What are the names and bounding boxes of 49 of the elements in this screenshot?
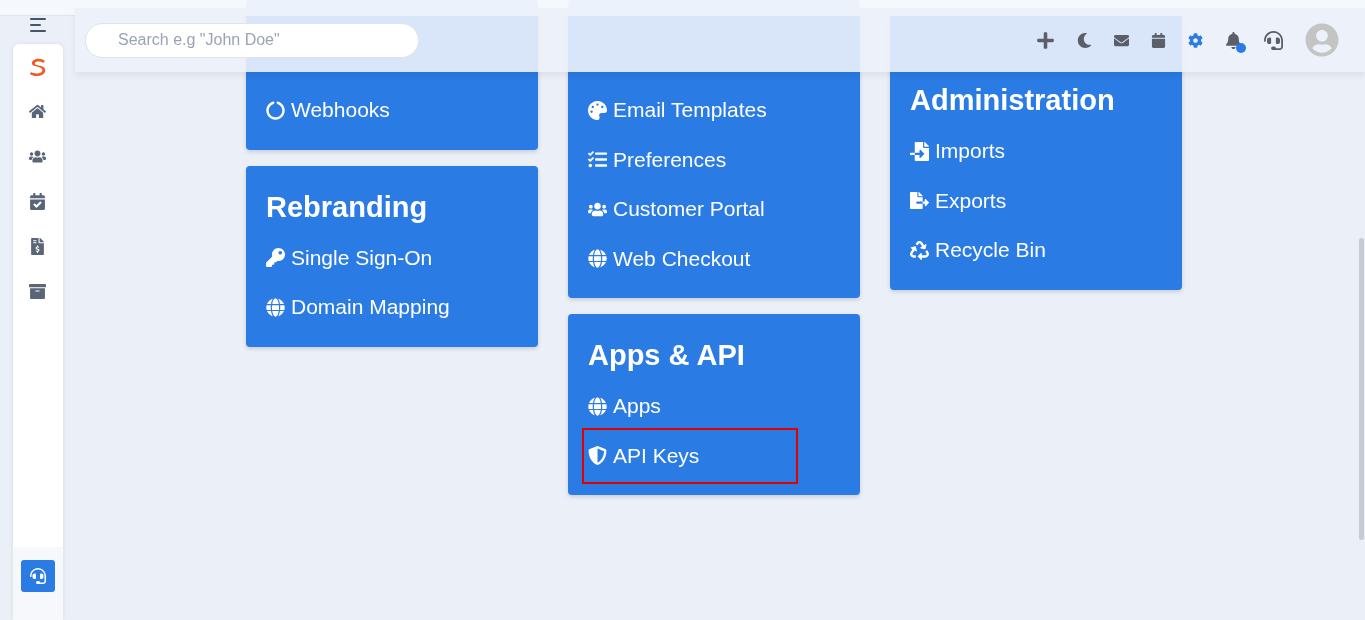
link-icon	[588, 249, 607, 268]
settings-link[interactable]: Web Checkout	[588, 234, 840, 283]
link-label: Single Sign-On	[291, 245, 433, 270]
link-label: Domain Mapping	[291, 295, 450, 319]
search-field[interactable]: Search e.g "John Doe"	[85, 22, 419, 58]
menu-icon[interactable]	[29, 18, 46, 32]
link-label: Apps	[613, 394, 661, 418]
link-label: Exports	[935, 188, 1007, 213]
settings-icon[interactable]	[1188, 32, 1203, 48]
link-icon	[588, 150, 607, 169]
settings-link[interactable]: Single Sign-On	[266, 233, 518, 282]
settings-link[interactable]: Domain Mapping	[266, 283, 518, 331]
link-icon	[910, 240, 929, 260]
settings-link[interactable]: Apps	[588, 382, 840, 430]
settings-link[interactable]: Recycle Bin	[910, 226, 1162, 274]
card-title: Rebranding	[266, 189, 429, 225]
support-button[interactable]	[20, 560, 55, 592]
headset-icon	[29, 568, 46, 584]
plus-icon[interactable]	[1036, 30, 1055, 50]
link-label: Preferences	[613, 147, 727, 172]
link-icon	[266, 100, 285, 120]
settings-link[interactable]: Webhooks	[266, 86, 518, 134]
headset-icon[interactable]	[1264, 30, 1283, 50]
link-icon	[588, 100, 607, 120]
link-label: Imports	[935, 139, 1005, 163]
link-label: API Keys	[613, 443, 700, 468]
link-icon	[266, 248, 285, 267]
link-label: Customer Portal	[613, 197, 765, 221]
card-title: Administration	[910, 83, 1116, 118]
link-label: Web Checkout	[613, 246, 751, 271]
scrollbar[interactable]	[1359, 238, 1364, 540]
settings-link[interactable]: Email Templates	[588, 86, 840, 134]
link-icon	[910, 191, 929, 210]
link-icon	[910, 141, 929, 161]
settings-link[interactable]: Customer Portal	[588, 185, 840, 233]
moon-icon[interactable]	[1077, 32, 1092, 48]
link-label: Email Templates	[613, 98, 767, 122]
link-icon	[588, 446, 607, 465]
settings-link[interactable]: Imports	[910, 127, 1162, 175]
calendar-icon[interactable]	[1151, 32, 1166, 48]
link-label: Recycle Bin	[935, 238, 1046, 262]
link-icon	[266, 297, 285, 317]
card-title: Apps & API	[588, 338, 746, 373]
settings-link[interactable]: Preferences	[588, 135, 840, 184]
settings-link[interactable]: API Keys	[582, 427, 798, 484]
link-icon	[588, 396, 607, 416]
settings-link[interactable]: Exports	[910, 176, 1162, 225]
link-label: Webhooks	[291, 98, 390, 122]
mail-icon[interactable]	[1114, 32, 1129, 48]
